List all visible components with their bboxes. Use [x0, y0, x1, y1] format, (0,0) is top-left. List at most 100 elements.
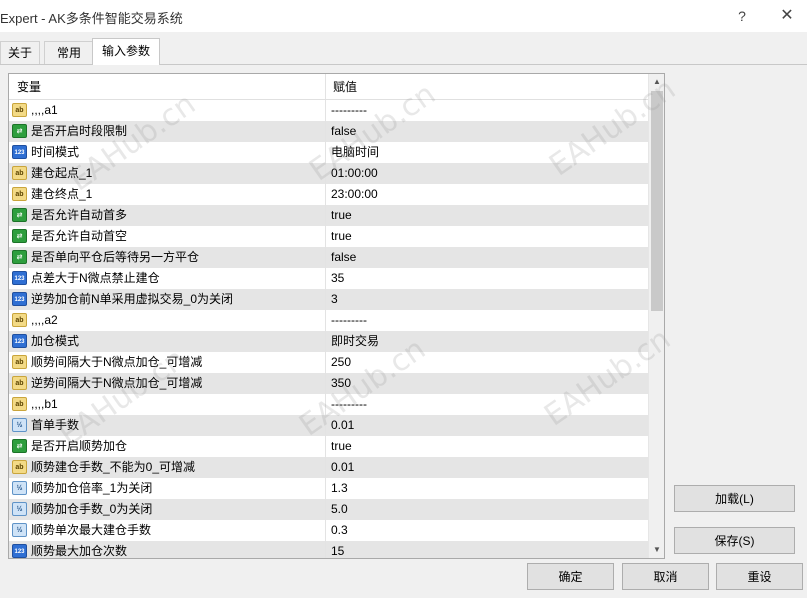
column-divider — [325, 394, 326, 415]
double-type-icon: ½ — [12, 481, 27, 495]
param-value[interactable]: false — [331, 121, 356, 142]
param-row[interactable]: ½ 顺势单次最大建仓手数 0.3 — [9, 520, 648, 541]
param-value[interactable]: 0.3 — [331, 520, 348, 541]
column-divider — [325, 310, 326, 331]
param-row[interactable]: 123 点差大于N微点禁止建仓 35 — [9, 268, 648, 289]
param-name: 建仓终点_1 — [31, 187, 93, 201]
param-row[interactable]: ab 顺势建仓手数_不能为0_可增减 0.01 — [9, 457, 648, 478]
integer-type-icon: 123 — [12, 145, 27, 159]
param-value[interactable]: false — [331, 247, 356, 268]
param-value[interactable]: 35 — [331, 268, 344, 289]
bool-type-icon: ⇄ — [12, 229, 27, 243]
tab-about[interactable]: 关于 — [0, 41, 40, 64]
header-variable[interactable]: 变量 — [17, 74, 41, 99]
column-divider — [325, 436, 326, 457]
param-row[interactable]: ab 逆势间隔大于N微点加仓_可增减 350 — [9, 373, 648, 394]
param-name: 加仓模式 — [31, 334, 80, 348]
close-button[interactable]: ✕ — [776, 5, 798, 27]
integer-type-icon: 123 — [12, 544, 27, 558]
param-row[interactable]: ⇄ 是否允许自动首多 true — [9, 205, 648, 226]
header-divider[interactable] — [325, 74, 326, 99]
param-row[interactable]: ab ,,,,a1 --------- — [9, 100, 648, 121]
column-divider — [325, 142, 326, 163]
param-name: 顺势建仓手数_不能为0_可增减 — [31, 460, 196, 474]
param-name: 逆势加仓前N单采用虚拟交易_0为关闭 — [31, 292, 234, 306]
scroll-down-icon[interactable]: ▼ — [649, 542, 664, 558]
param-name: 是否允许自动首多 — [31, 208, 128, 222]
tab-input-params[interactable]: 输入参数 — [92, 38, 160, 65]
param-value[interactable]: 3 — [331, 289, 338, 310]
scroll-thumb[interactable] — [651, 91, 663, 311]
save-button[interactable]: 保存(S) — [674, 527, 795, 554]
tab-strip: 关于 常用 输入参数 — [0, 38, 807, 65]
double-type-icon: ½ — [12, 502, 27, 516]
param-value[interactable]: 电脑时间 — [331, 142, 379, 163]
param-row[interactable]: ab 顺势间隔大于N微点加仓_可增减 250 — [9, 352, 648, 373]
load-button[interactable]: 加载(L) — [674, 485, 795, 512]
param-value[interactable]: 5.0 — [331, 499, 348, 520]
double-type-icon: ½ — [12, 523, 27, 537]
param-value[interactable]: --------- — [331, 310, 367, 331]
column-divider — [325, 541, 326, 558]
param-row[interactable]: ab 建仓起点_1 01:00:00 — [9, 163, 648, 184]
param-row[interactable]: ab ,,,,b1 --------- — [9, 394, 648, 415]
param-name: 逆势间隔大于N微点加仓_可增减 — [31, 376, 203, 390]
header-value[interactable]: 赋值 — [333, 74, 357, 99]
scroll-up-icon[interactable]: ▲ — [649, 74, 664, 90]
param-value[interactable]: true — [331, 205, 352, 226]
param-name: 顺势单次最大建仓手数 — [31, 523, 152, 537]
param-value[interactable]: 23:00:00 — [331, 184, 378, 205]
param-row[interactable]: ⇄ 是否单向平仓后等待另一方平仓 false — [9, 247, 648, 268]
integer-type-icon: 123 — [12, 334, 27, 348]
string-type-icon: ab — [12, 313, 27, 327]
bool-type-icon: ⇄ — [12, 124, 27, 138]
vertical-scrollbar[interactable]: ▲ ▼ — [648, 74, 664, 558]
param-value[interactable]: --------- — [331, 100, 367, 121]
param-row[interactable]: 123 逆势加仓前N单采用虚拟交易_0为关闭 3 — [9, 289, 648, 310]
column-divider — [325, 184, 326, 205]
param-row[interactable]: ⇄ 是否开启时段限制 false — [9, 121, 648, 142]
bool-type-icon: ⇄ — [12, 250, 27, 264]
string-type-icon: ab — [12, 376, 27, 390]
cancel-button[interactable]: 取消 — [622, 563, 709, 590]
param-name: 顺势加仓倍率_1为关闭 — [31, 481, 153, 495]
param-value[interactable]: 0.01 — [331, 457, 354, 478]
param-value[interactable]: 即时交易 — [331, 331, 379, 352]
double-type-icon: ½ — [12, 418, 27, 432]
param-row[interactable]: ab 建仓终点_1 23:00:00 — [9, 184, 648, 205]
string-type-icon: ab — [12, 355, 27, 369]
integer-type-icon: 123 — [12, 292, 27, 306]
param-value[interactable]: 250 — [331, 352, 351, 373]
column-divider — [325, 415, 326, 436]
param-row[interactable]: 123 加仓模式 即时交易 — [9, 331, 648, 352]
param-row[interactable]: ½ 顺势加仓手数_0为关闭 5.0 — [9, 499, 648, 520]
param-value[interactable]: 350 — [331, 373, 351, 394]
param-row[interactable]: ½ 顺势加仓倍率_1为关闭 1.3 — [9, 478, 648, 499]
param-value[interactable]: 15 — [331, 541, 344, 558]
column-divider — [325, 352, 326, 373]
param-value[interactable]: --------- — [331, 394, 367, 415]
param-name: 时间模式 — [31, 145, 80, 159]
bool-type-icon: ⇄ — [12, 439, 27, 453]
ok-button[interactable]: 确定 — [527, 563, 614, 590]
column-divider — [325, 163, 326, 184]
param-row[interactable]: ab ,,,,a2 --------- — [9, 310, 648, 331]
column-divider — [325, 289, 326, 310]
help-button[interactable]: ? — [732, 6, 752, 26]
param-row[interactable]: ½ 首单手数 0.01 — [9, 415, 648, 436]
param-value[interactable]: true — [331, 436, 352, 457]
param-row[interactable]: 123 顺势最大加仓次数 15 — [9, 541, 648, 558]
param-value[interactable]: 0.01 — [331, 415, 354, 436]
param-name: 是否允许自动首空 — [31, 229, 128, 243]
param-row[interactable]: ⇄ 是否允许自动首空 true — [9, 226, 648, 247]
param-name: 是否开启顺势加仓 — [31, 439, 128, 453]
param-row[interactable]: ⇄ 是否开启顺势加仓 true — [9, 436, 648, 457]
reset-button[interactable]: 重设 — [716, 563, 803, 590]
tab-common[interactable]: 常用 — [44, 41, 94, 64]
string-type-icon: ab — [12, 103, 27, 117]
param-value[interactable]: true — [331, 226, 352, 247]
param-row[interactable]: 123 时间模式 电脑时间 — [9, 142, 648, 163]
column-divider — [325, 373, 326, 394]
param-value[interactable]: 1.3 — [331, 478, 348, 499]
param-value[interactable]: 01:00:00 — [331, 163, 378, 184]
